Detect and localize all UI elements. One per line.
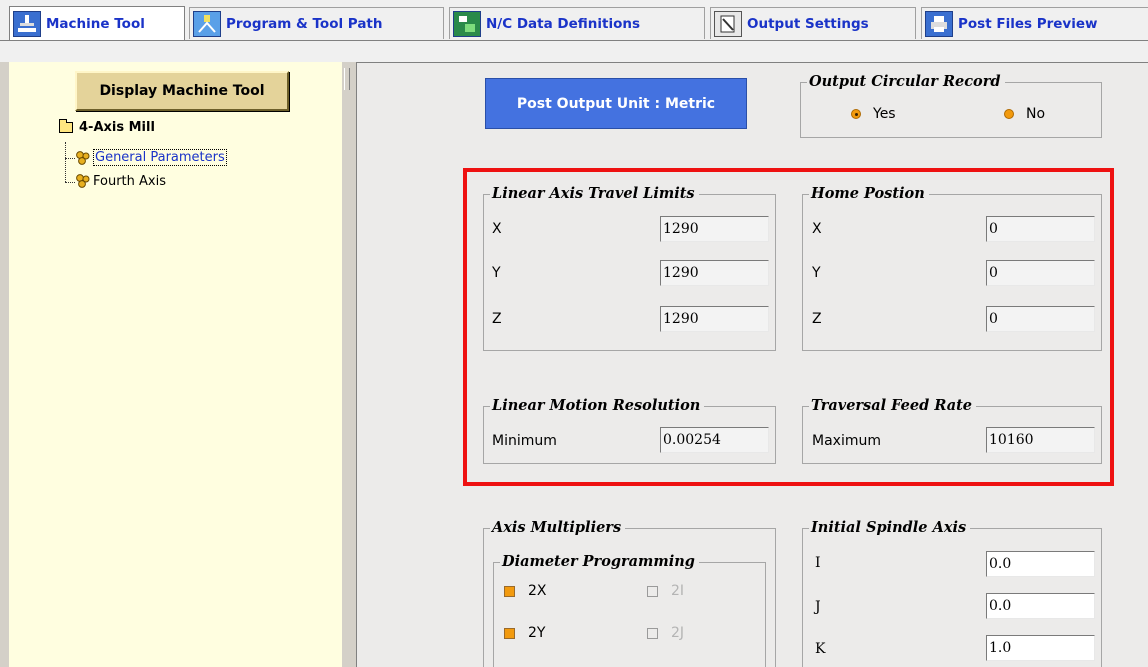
gear-icon bbox=[76, 150, 90, 165]
checkbox-2j[interactable]: 2J bbox=[647, 625, 684, 641]
tool-path-icon bbox=[193, 10, 221, 37]
tab-program-tool-path[interactable]: Program & Tool Path bbox=[189, 7, 444, 39]
tab-output-settings[interactable]: Output Settings bbox=[710, 7, 916, 39]
general-parameters-panel: Post Output Unit : Metric Output Circula… bbox=[356, 62, 1148, 667]
checkbox-2i[interactable]: 2I bbox=[647, 583, 684, 599]
radio-yes[interactable]: Yes bbox=[851, 106, 896, 122]
group-title: Initial Spindle Axis bbox=[809, 519, 971, 537]
output-circular-record-group: Output Circular Record Yes No bbox=[800, 73, 1102, 138]
machine-tool-icon bbox=[13, 10, 41, 37]
spindle-k-input[interactable]: 1.0 bbox=[986, 635, 1095, 661]
tree-root-4-axis-mill[interactable]: 4-Axis Mill bbox=[59, 119, 155, 135]
tab-post-files-preview[interactable]: Post Files Preview bbox=[921, 7, 1148, 39]
group-title: Axis Multipliers bbox=[490, 519, 626, 537]
checkbox-2y[interactable]: 2Y bbox=[504, 625, 545, 641]
post-output-unit-button[interactable]: Post Output Unit : Metric bbox=[485, 78, 747, 129]
spindle-j-input[interactable]: 0.0 bbox=[986, 593, 1095, 619]
initial-spindle-axis-group: Initial Spindle Axis I 0.0 J 0.0 K 1.0 bbox=[802, 519, 1102, 667]
group-title: Diameter Programming bbox=[500, 553, 699, 571]
tree-connector bbox=[65, 158, 75, 159]
axis-label-j: J bbox=[815, 599, 821, 615]
gear-icon bbox=[76, 174, 90, 188]
highlight-box bbox=[463, 168, 1114, 486]
tree-item-general-parameters[interactable]: General Parameters bbox=[75, 149, 227, 166]
spindle-i-input[interactable]: 0.0 bbox=[986, 551, 1095, 577]
panel-splitter[interactable] bbox=[342, 62, 356, 667]
checkbox-checked-icon bbox=[504, 627, 515, 639]
folder-icon bbox=[59, 119, 73, 133]
tab-bar: Machine Tool Program & Tool Path N/C Dat… bbox=[0, 0, 1148, 62]
radio-no[interactable]: No bbox=[1004, 106, 1045, 122]
display-machine-tool-button[interactable]: Display Machine Tool bbox=[75, 71, 289, 111]
axis-multipliers-group: Axis Multipliers Diameter Programming 2X… bbox=[483, 519, 776, 667]
radio-selected-icon bbox=[851, 109, 861, 119]
machine-tree-panel: Display Machine Tool 4-Axis Mill General… bbox=[7, 62, 342, 667]
tab-machine-tool[interactable]: Machine Tool bbox=[9, 6, 185, 40]
axis-label-k: K bbox=[815, 641, 826, 657]
output-settings-icon bbox=[714, 10, 742, 37]
checkbox-checked-icon bbox=[504, 585, 515, 597]
tab-nc-data-definitions[interactable]: N/C Data Definitions bbox=[449, 7, 705, 39]
axis-label-i: I bbox=[815, 555, 821, 571]
tree-connector bbox=[65, 182, 75, 183]
diameter-programming-group: Diameter Programming 2X 2I 2Y 2J bbox=[493, 553, 766, 667]
group-title: Output Circular Record bbox=[807, 73, 1005, 91]
tab-content-border bbox=[0, 41, 1148, 62]
tree-connector bbox=[65, 142, 66, 182]
radio-unselected-icon bbox=[1004, 109, 1014, 119]
printer-icon bbox=[925, 10, 953, 37]
checkbox-2x[interactable]: 2X bbox=[504, 583, 547, 599]
nc-data-icon bbox=[453, 10, 481, 37]
checkbox-unchecked-icon bbox=[647, 585, 658, 597]
splitter-grip bbox=[344, 68, 350, 90]
checkbox-unchecked-icon bbox=[647, 627, 658, 639]
tree-item-fourth-axis[interactable]: Fourth Axis bbox=[75, 173, 166, 189]
